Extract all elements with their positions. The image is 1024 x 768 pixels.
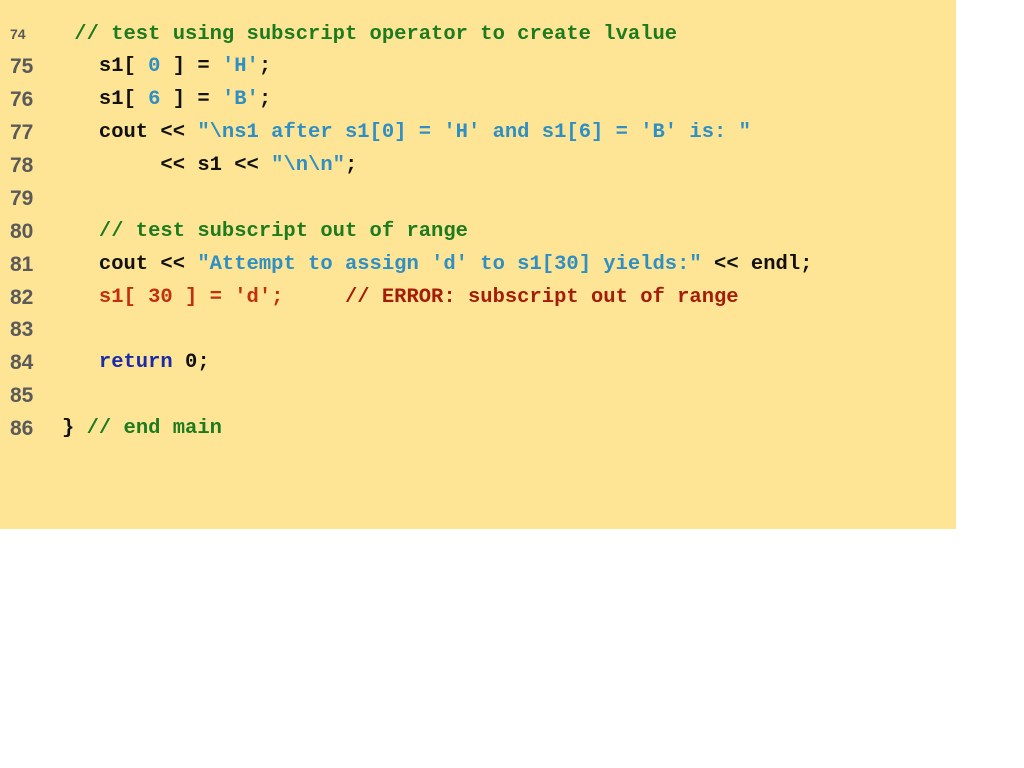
code-token: "\n\n" (271, 154, 345, 177)
code-token: << endl; (701, 253, 813, 276)
code-token: 0; (172, 351, 210, 374)
line-number: 80 (10, 220, 34, 243)
code-token: ; (258, 55, 272, 78)
code-token: ; (344, 154, 358, 177)
code-text: cout << "Attempt to assign 'd' to s1[30]… (62, 248, 813, 281)
line-number: 76 (10, 88, 34, 111)
line-number: 79 (10, 187, 34, 210)
line-number: 83 (10, 318, 34, 341)
line-number: 85 (10, 384, 34, 407)
code-text: } // end main (62, 412, 222, 445)
code-token: s1[ (62, 55, 149, 78)
code-text: << s1 << "\n\n"; (62, 149, 357, 182)
code-token: 'H' (221, 55, 259, 78)
code-token: ; (258, 88, 272, 111)
code-token: "\ns1 after s1[0] = 'H' and s1[6] = 'B' … (197, 121, 751, 144)
line-number: 75 (10, 55, 34, 78)
line-number: 86 (10, 417, 34, 440)
code-token: // test subscript out of range (62, 220, 468, 243)
code-token: 'B' (221, 88, 259, 111)
line-number: 81 (10, 253, 34, 276)
code-token: "Attempt to assign 'd' to s1[30] yields:… (197, 253, 702, 276)
code-token: s1[ (62, 88, 149, 111)
code-text: // test subscript out of range (62, 215, 468, 248)
code-token: cout << (62, 121, 198, 144)
code-text: cout << "\ns1 after s1[0] = 'H' and s1[6… (62, 116, 751, 149)
code-token: 6 (148, 88, 161, 111)
code-text: s1[ 0 ] = 'H'; (62, 50, 271, 83)
line-number: 78 (10, 154, 34, 177)
code-token: // ERROR: subscript out of range (283, 286, 739, 309)
code-text: return 0; (62, 346, 210, 379)
line-number: 84 (10, 351, 34, 374)
code-token: ] = (160, 55, 222, 78)
code-token: s1[ 30 ] = 'd'; (62, 286, 284, 309)
code-token: } (62, 417, 87, 440)
code-token: return (98, 351, 173, 374)
code-token: ] = (160, 88, 222, 111)
code-token: cout << (62, 253, 198, 276)
code-token: 0 (148, 55, 161, 78)
line-number: 82 (10, 286, 34, 309)
code-text: s1[ 30 ] = 'd'; // ERROR: subscript out … (62, 281, 739, 314)
code-text: s1[ 6 ] = 'B'; (62, 83, 271, 116)
line-number: 77 (10, 121, 34, 144)
code-token: // test using subscript operator to crea… (62, 23, 678, 46)
code-listing-panel: 74 // test using subscript operator to c… (0, 0, 956, 529)
code-token: // end main (86, 417, 222, 440)
code-text: // test using subscript operator to crea… (62, 18, 677, 51)
line-number: 74 (10, 26, 26, 42)
code-token: << s1 << (62, 154, 272, 177)
